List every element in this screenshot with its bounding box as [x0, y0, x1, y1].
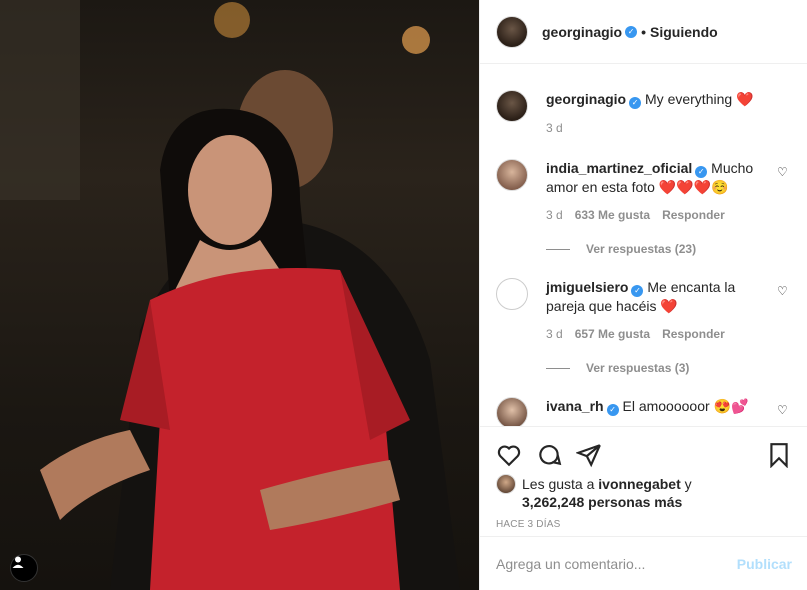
commenter-avatar[interactable] — [496, 397, 528, 426]
liker-username[interactable]: ivonnegabet — [598, 476, 680, 492]
verified-badge-icon: ✓ — [695, 166, 708, 178]
photo-illustration — [0, 0, 460, 590]
comment-item: ivana_rh ✓ El amoooooor 😍💕 ♡ — [496, 375, 791, 426]
comment-likes[interactable]: 633 Me gusta — [575, 206, 650, 224]
comment-username[interactable]: india_martinez_oficial — [546, 160, 692, 176]
comment-age: 3 d — [546, 208, 563, 222]
caption: georginagio ✓ My everything ❤️ 3 d — [496, 64, 791, 137]
comment-username[interactable]: jmiguelsiero — [546, 279, 628, 295]
add-comment-bar: Publicar — [480, 536, 807, 590]
heart-icon[interactable] — [496, 442, 522, 468]
likes-conj: y — [684, 476, 692, 492]
action-icons — [496, 435, 792, 475]
comments-list[interactable]: georginagio ✓ My everything ❤️ 3 d india_… — [480, 64, 807, 426]
caption-author[interactable]: georginagio — [546, 91, 626, 107]
post-actions: Les gusta a ivonnegabet y 3,262,248 pers… — [480, 426, 807, 530]
caption-text: My everything ❤️ — [645, 91, 754, 107]
replies-line — [546, 248, 570, 250]
paper-plane-icon[interactable] — [576, 442, 602, 468]
reply-button[interactable]: Responder — [662, 206, 725, 224]
comment-like-heart-icon[interactable]: ♡ — [777, 284, 789, 298]
replies-line — [546, 367, 570, 369]
publish-button[interactable]: Publicar — [737, 556, 792, 572]
view-replies-label[interactable]: Ver respuestas (3) — [586, 361, 689, 375]
comment-item: india_martinez_oficial ✓ Mucho amor en es… — [496, 137, 791, 224]
verified-badge-icon: ✓ — [629, 97, 642, 109]
likes-prefix: Les gusta a — [522, 476, 595, 492]
commenter-avatar[interactable] — [496, 159, 528, 191]
comment-age: 3 d — [546, 327, 563, 341]
likes-others[interactable]: 3,262,248 personas más — [522, 494, 682, 510]
liker-avatar[interactable] — [496, 474, 516, 494]
author-username[interactable]: georginagio — [542, 24, 622, 40]
separator-dot: • — [641, 23, 647, 40]
author-avatar[interactable] — [496, 15, 528, 48]
view-replies[interactable]: Ver respuestas (3) — [546, 361, 791, 375]
comment-item: jmiguelsiero ✓ Me encanta la pareja que h… — [496, 256, 791, 343]
comment-username[interactable]: ivana_rh — [546, 398, 604, 414]
reply-button[interactable]: Responder — [662, 325, 725, 343]
post-photo[interactable] — [0, 0, 479, 590]
comment-input[interactable] — [496, 555, 737, 572]
post-header: georginagio ✓ • Siguiendo — [480, 0, 807, 64]
comment-like-heart-icon[interactable]: ♡ — [777, 403, 789, 417]
comment-like-heart-icon[interactable]: ♡ — [777, 165, 789, 179]
comment-icon[interactable] — [536, 442, 562, 468]
follow-status-button[interactable]: Siguiendo — [650, 24, 718, 40]
likes-summary: Les gusta a ivonnegabet y 3,262,248 pers… — [496, 474, 792, 511]
user-tag-icon[interactable] — [10, 554, 38, 582]
bookmark-icon[interactable] — [766, 442, 792, 468]
verified-badge-icon: ✓ — [606, 404, 619, 416]
comment-likes[interactable]: 657 Me gusta — [575, 325, 650, 343]
post-date[interactable]: HACE 3 DÍAS — [496, 519, 792, 530]
view-replies[interactable]: Ver respuestas (23) — [546, 242, 791, 256]
caption-author-avatar[interactable] — [496, 90, 528, 122]
caption-age: 3 d — [546, 121, 563, 135]
post-details-panel: georginagio ✓ • Siguiendo georginagio ✓ M… — [479, 0, 807, 590]
verified-badge-icon: ✓ — [625, 25, 638, 38]
view-replies-label[interactable]: Ver respuestas (23) — [586, 242, 696, 256]
comment-text: El amoooooor 😍💕 — [622, 398, 749, 414]
verified-badge-icon: ✓ — [631, 285, 644, 297]
commenter-avatar[interactable] — [496, 278, 528, 310]
